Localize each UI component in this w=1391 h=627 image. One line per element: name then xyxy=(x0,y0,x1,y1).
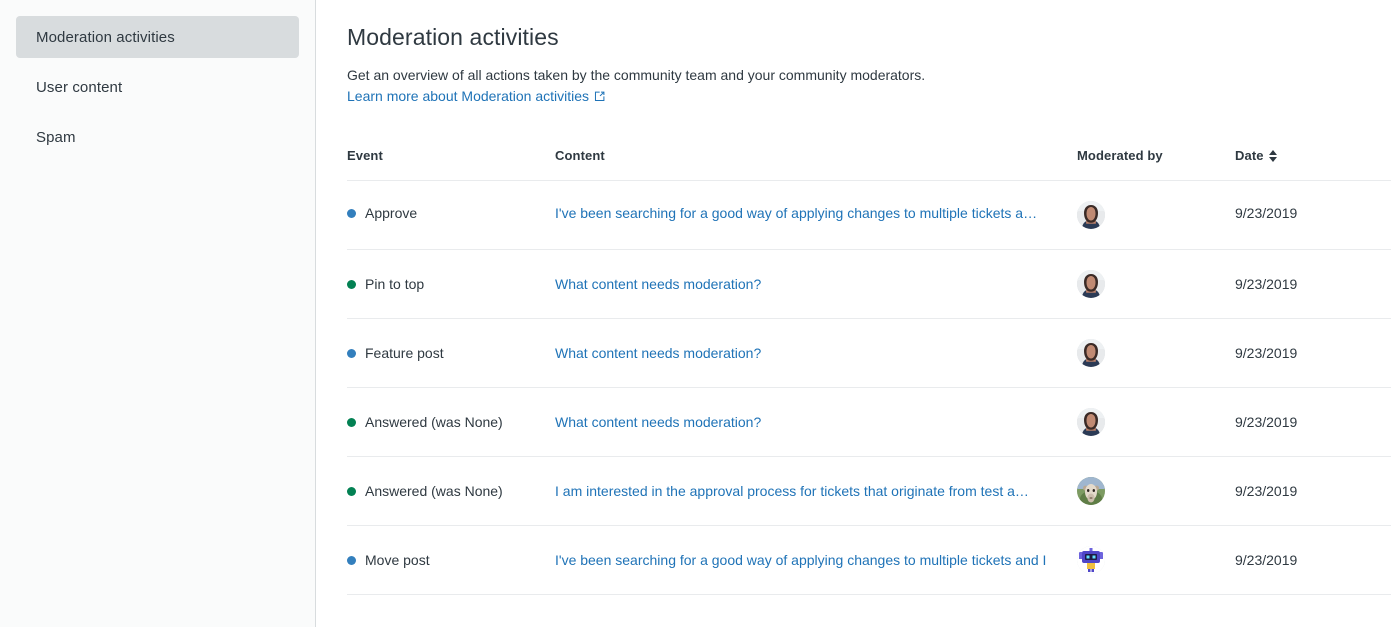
event-label: Approve xyxy=(365,205,418,221)
sidebar-item-user-content[interactable]: User content xyxy=(16,66,299,108)
event-status-dot xyxy=(347,279,356,289)
sort-updown-icon xyxy=(1268,149,1277,162)
column-header-content-label: Content xyxy=(555,148,605,163)
table-head: Event Content Moderated by Date xyxy=(347,148,1391,181)
event-status-dot xyxy=(347,486,356,496)
column-header-event: Event xyxy=(347,148,555,181)
avatar[interactable] xyxy=(1077,408,1105,436)
page-description: Get an overview of all actions taken by … xyxy=(347,67,926,83)
cell-event: Approve xyxy=(347,180,555,250)
main-content: Moderation activities Get an overview of… xyxy=(316,0,1391,627)
content-link[interactable]: I am interested in the approval process … xyxy=(555,483,1077,499)
cell-date: 9/23/2019 xyxy=(1235,180,1391,250)
sidebar-item-label: Spam xyxy=(36,128,76,146)
avatar[interactable] xyxy=(1077,270,1105,298)
column-header-event-label: Event xyxy=(347,148,383,163)
cell-content: What content needs moderation? xyxy=(555,318,1077,388)
cell-content: What content needs moderation? xyxy=(555,387,1077,457)
sidebar-item-label: User content xyxy=(36,78,123,96)
table-body: Approve I've been searching for a good wa… xyxy=(347,180,1391,595)
column-header-content: Content xyxy=(555,148,1077,181)
moderation-activities-table: Event Content Moderated by Date Approve … xyxy=(347,148,1391,595)
sidebar-item-moderation-activities[interactable]: Moderation activities xyxy=(16,16,299,58)
event-label: Feature post xyxy=(365,345,444,361)
sidebar-item-spam[interactable]: Spam xyxy=(16,116,299,158)
page-title: Moderation activities xyxy=(347,24,559,50)
cell-event: Answered (was None) xyxy=(347,456,555,526)
moderation-activities-page: Moderation activities User content Spam … xyxy=(0,0,1391,627)
column-header-date[interactable]: Date xyxy=(1235,148,1391,181)
cell-event: Pin to top xyxy=(347,249,555,319)
cell-moderated-by xyxy=(1077,318,1235,388)
cell-moderated-by xyxy=(1077,249,1235,319)
cell-event: Answered (was None) xyxy=(347,387,555,457)
sidebar: Moderation activities User content Spam xyxy=(0,0,316,627)
cell-moderated-by xyxy=(1077,180,1235,250)
column-header-date-label: Date xyxy=(1235,148,1264,163)
content-link[interactable]: What content needs moderation? xyxy=(555,276,1077,292)
table-header-row: Event Content Moderated by Date xyxy=(347,148,1391,181)
table-row: Pin to top What content needs moderation?… xyxy=(347,249,1391,319)
sidebar-nav-list: Moderation activities User content Spam xyxy=(0,16,315,158)
avatar[interactable] xyxy=(1077,477,1105,505)
date-value: 9/23/2019 xyxy=(1235,345,1298,361)
cell-date: 9/23/2019 xyxy=(1235,249,1391,319)
event-label: Move post xyxy=(365,552,430,568)
moderation-activities-table-wrap: Event Content Moderated by Date Approve … xyxy=(347,148,1391,595)
cell-date: 9/23/2019 xyxy=(1235,387,1391,457)
column-header-moderated-by: Moderated by xyxy=(1077,148,1235,181)
cell-event: Feature post xyxy=(347,318,555,388)
table-row: Answered (was None) I am interested in th… xyxy=(347,456,1391,526)
cell-moderated-by xyxy=(1077,456,1235,526)
content-link[interactable]: What content needs moderation? xyxy=(555,414,1077,430)
event-status-dot xyxy=(347,348,356,358)
avatar[interactable] xyxy=(1077,201,1105,229)
event-label: Answered (was None) xyxy=(365,483,503,499)
sidebar-item-label: Moderation activities xyxy=(36,28,175,46)
content-link[interactable]: I've been searching for a good way of ap… xyxy=(555,552,1077,568)
cell-event: Move post xyxy=(347,525,555,595)
cell-content: I've been searching for a good way of ap… xyxy=(555,525,1077,595)
table-row: Feature post What content needs moderatio… xyxy=(347,318,1391,388)
external-link-icon xyxy=(594,91,605,102)
event-status-dot xyxy=(347,208,356,218)
avatar[interactable] xyxy=(1077,339,1105,367)
content-link[interactable]: I've been searching for a good way of ap… xyxy=(555,205,1077,221)
cell-content: I am interested in the approval process … xyxy=(555,456,1077,526)
event-label: Answered (was None) xyxy=(365,414,503,430)
table-row: Answered (was None) What content needs mo… xyxy=(347,387,1391,457)
sort-by-date-button[interactable]: Date xyxy=(1235,148,1277,163)
content-link[interactable]: What content needs moderation? xyxy=(555,345,1077,361)
column-header-moderated-by-label: Moderated by xyxy=(1077,148,1163,163)
cell-moderated-by xyxy=(1077,525,1235,595)
event-status-dot xyxy=(347,555,356,565)
date-value: 9/23/2019 xyxy=(1235,483,1298,499)
cell-content: I've been searching for a good way of ap… xyxy=(555,180,1077,250)
learn-more-row: Learn more about Moderation activities xyxy=(347,86,605,106)
cell-content: What content needs moderation? xyxy=(555,249,1077,319)
date-value: 9/23/2019 xyxy=(1235,276,1298,292)
cell-moderated-by xyxy=(1077,387,1235,457)
event-status-dot xyxy=(347,417,356,427)
table-row: Approve I've been searching for a good wa… xyxy=(347,180,1391,250)
date-value: 9/23/2019 xyxy=(1235,205,1298,221)
event-label: Pin to top xyxy=(365,276,425,292)
learn-more-link[interactable]: Learn more about Moderation activities xyxy=(347,86,589,106)
cell-date: 9/23/2019 xyxy=(1235,525,1391,595)
date-value: 9/23/2019 xyxy=(1235,414,1298,430)
avatar[interactable] xyxy=(1077,546,1105,574)
cell-date: 9/23/2019 xyxy=(1235,318,1391,388)
cell-date: 9/23/2019 xyxy=(1235,456,1391,526)
date-value: 9/23/2019 xyxy=(1235,552,1298,568)
table-row: Move post I've been searching for a good … xyxy=(347,525,1391,595)
